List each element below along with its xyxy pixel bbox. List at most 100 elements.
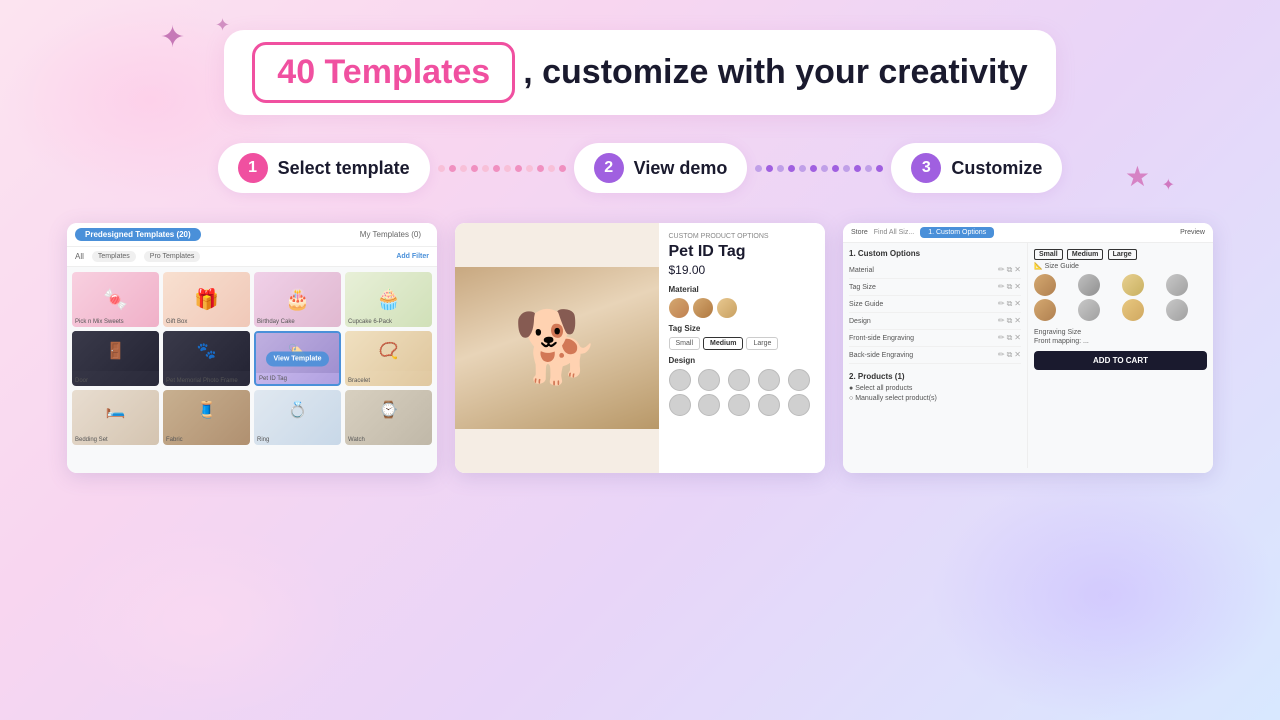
template-item-label: Cupcake 6-Pack	[348, 319, 392, 325]
design-option[interactable]	[728, 369, 750, 391]
template-item-cake[interactable]: 🎂 Birthday Cake	[254, 272, 341, 327]
filter-pro-label: Pro Templates	[150, 253, 195, 260]
copy-icon[interactable]: ⧉	[1007, 333, 1013, 343]
copy-icon[interactable]: ⧉	[1007, 265, 1013, 275]
ss3-store-label: Store	[851, 229, 868, 236]
template-item-door[interactable]: 🚪 Door	[72, 331, 159, 386]
material-circle-2[interactable]	[1078, 274, 1100, 296]
template-item-pet-tag[interactable]: 🏷️ View Template Pet ID Tag	[254, 331, 341, 386]
material-option-1[interactable]	[669, 298, 689, 318]
step-1[interactable]: 1 Select template	[218, 143, 430, 193]
material-option-2[interactable]	[693, 298, 713, 318]
add-filter[interactable]: Add Filter	[396, 253, 429, 260]
material-circle-8[interactable]	[1166, 299, 1188, 321]
dot	[449, 165, 456, 172]
option-material[interactable]: Material ✏ ⧉ ✕	[849, 262, 1021, 279]
delete-icon[interactable]: ✕	[1014, 299, 1021, 309]
filter-pro-tag[interactable]: Pro Templates	[144, 251, 201, 262]
filter-templates-label: Templates	[98, 253, 130, 260]
dot	[766, 165, 773, 172]
template-item-gift[interactable]: 🎁 Gift Box	[163, 272, 250, 327]
edit-icon[interactable]: ✏	[998, 282, 1005, 292]
ss1-tab-my[interactable]: My Templates (0)	[352, 228, 429, 241]
step-3[interactable]: 3 Customize	[891, 143, 1062, 193]
size-small[interactable]: Small	[669, 337, 701, 350]
design-option[interactable]	[669, 394, 691, 416]
option-size-guide[interactable]: Size Guide ✏ ⧉ ✕	[849, 296, 1021, 313]
design-option[interactable]	[758, 369, 780, 391]
template-item-bedding[interactable]: 🛏️ Bedding Set	[72, 390, 159, 445]
delete-icon[interactable]: ✕	[1014, 265, 1021, 275]
product-price: $19.00	[669, 263, 816, 277]
size-guide-link[interactable]: 📐 Size Guide	[1034, 262, 1207, 270]
dot	[854, 165, 861, 172]
copy-icon[interactable]: ⧉	[1007, 299, 1013, 309]
design-option[interactable]	[669, 369, 691, 391]
copy-icon[interactable]: ⧉	[1007, 316, 1013, 326]
template-item-fabric[interactable]: 🧵 Fabric	[163, 390, 250, 445]
size-large[interactable]: Large	[746, 337, 778, 350]
step-2[interactable]: 2 View demo	[574, 143, 748, 193]
design-option[interactable]	[698, 394, 720, 416]
ss3-custom-options-tab[interactable]: 1. Custom Options	[920, 227, 994, 238]
template-item-label: Ring	[257, 437, 269, 443]
step-1-label: Select template	[278, 158, 410, 179]
material-option-3[interactable]	[717, 298, 737, 318]
edit-icon[interactable]: ✏	[998, 265, 1005, 275]
filter-templates-tag[interactable]: Templates	[92, 251, 136, 262]
template-item-bracelet[interactable]: 📿 Bracelet	[345, 331, 432, 386]
size-btn-large[interactable]: Large	[1108, 249, 1137, 260]
add-to-cart-button[interactable]: ADD TO CART	[1034, 351, 1207, 370]
dot	[537, 165, 544, 172]
delete-icon[interactable]: ✕	[1014, 350, 1021, 360]
title-section: 40 Templates , customize with your creat…	[224, 30, 1055, 115]
template-item-pet-frame[interactable]: 🐾 Pet Memorial Photo Frame	[163, 331, 250, 386]
option-back-engraving[interactable]: Back-side Engraving ✏ ⧉ ✕	[849, 347, 1021, 364]
material-circle-1[interactable]	[1034, 274, 1056, 296]
edit-icon[interactable]: ✏	[998, 350, 1005, 360]
edit-icon[interactable]: ✏	[998, 333, 1005, 343]
delete-icon[interactable]: ✕	[1014, 316, 1021, 326]
option-front-engraving[interactable]: Front-side Engraving ✏ ⧉ ✕	[849, 330, 1021, 347]
design-option[interactable]	[698, 369, 720, 391]
dot	[526, 165, 533, 172]
material-circle-4[interactable]	[1166, 274, 1188, 296]
design-option[interactable]	[788, 369, 810, 391]
copy-icon[interactable]: ⧉	[1007, 350, 1013, 360]
edit-icon[interactable]: ✏	[998, 299, 1005, 309]
dot	[515, 165, 522, 172]
design-option[interactable]	[758, 394, 780, 416]
material-circle-6[interactable]	[1078, 299, 1100, 321]
filter-all[interactable]: All	[75, 252, 84, 261]
manually-select-option[interactable]: ○ Manually select product(s)	[849, 395, 1021, 402]
material-circle-7[interactable]	[1122, 299, 1144, 321]
option-design[interactable]: Design ✏ ⧉ ✕	[849, 313, 1021, 330]
option-tag-size[interactable]: Tag Size ✏ ⧉ ✕	[849, 279, 1021, 296]
product-details-area: CUSTOM PRODUCT OPTIONS Pet ID Tag $19.00…	[659, 223, 826, 473]
engraving-section: Engraving Size Front mapping: ...	[1034, 329, 1207, 345]
title-rest-text: , customize with your creativity	[523, 53, 1027, 92]
template-item-watch[interactable]: ⌚ Watch	[345, 390, 432, 445]
size-medium[interactable]: Medium	[703, 337, 743, 350]
connector-1-2	[430, 165, 574, 172]
design-option[interactable]	[728, 394, 750, 416]
design-option[interactable]	[788, 394, 810, 416]
size-btn-medium[interactable]: Medium	[1067, 249, 1103, 260]
material-circle-3[interactable]	[1122, 274, 1144, 296]
select-products-option[interactable]: ● Select all products	[849, 385, 1021, 392]
dot	[865, 165, 872, 172]
size-options-preview: Small Medium Large	[1034, 249, 1207, 258]
delete-icon[interactable]: ✕	[1014, 282, 1021, 292]
template-item-cupcake[interactable]: 🧁 Cupcake 6-Pack	[345, 272, 432, 327]
dot	[548, 165, 555, 172]
edit-icon[interactable]: ✏	[998, 316, 1005, 326]
copy-icon[interactable]: ⧉	[1007, 282, 1013, 292]
size-btn-small[interactable]: Small	[1034, 249, 1063, 260]
material-circle-5[interactable]	[1034, 299, 1056, 321]
delete-icon[interactable]: ✕	[1014, 333, 1021, 343]
view-template-overlay[interactable]: View Template	[266, 351, 330, 366]
front-mapping: Front mapping: ...	[1034, 338, 1207, 345]
template-item-ring[interactable]: 💍 Ring	[254, 390, 341, 445]
template-item-sweets[interactable]: 🍬 Pick n Mix Sweets	[72, 272, 159, 327]
ss1-tab-predesigned[interactable]: Predesigned Templates (20)	[75, 228, 201, 241]
